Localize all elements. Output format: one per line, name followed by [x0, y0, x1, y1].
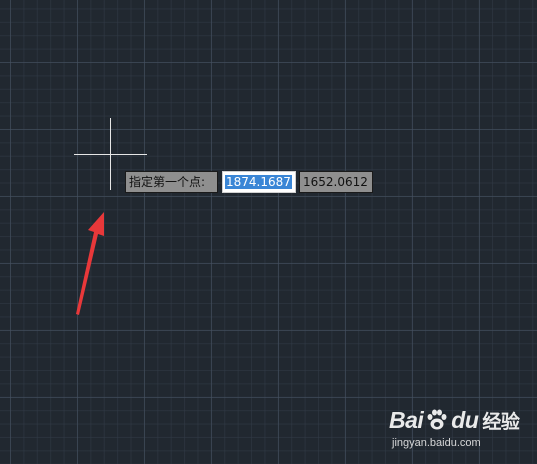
brand-text-suffix: du	[451, 406, 479, 433]
red-arrow-icon	[76, 212, 104, 315]
brand-text: Bai	[389, 406, 424, 433]
watermark-url: jingyan.baidu.com	[392, 437, 481, 449]
baidu-paw-icon	[427, 409, 447, 430]
baidu-jingyan-watermark: Bai du 经验 jingyan.baidu.com	[389, 404, 529, 456]
baidu-logo: Bai du 经验	[389, 406, 520, 434]
service-text: 经验	[482, 411, 520, 433]
